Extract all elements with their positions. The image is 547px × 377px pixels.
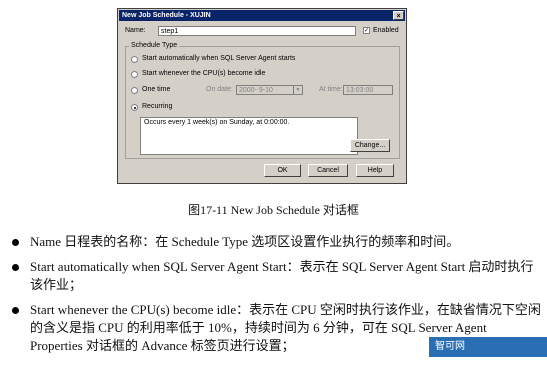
at-time-field[interactable]: 13:03:00 xyxy=(343,85,393,95)
bullet-text: Start automatically when SQL Server Agen… xyxy=(30,259,534,292)
option-cpu-idle[interactable]: Start whenever the CPU(s) become idle xyxy=(142,70,265,77)
cancel-button[interactable]: Cancel xyxy=(308,164,348,177)
at-time-label: At time: xyxy=(319,86,343,93)
schedule-type-label: Schedule Type xyxy=(129,42,180,49)
bullet-icon xyxy=(12,264,19,271)
enabled-checkbox[interactable]: ✓ xyxy=(363,27,370,34)
dialog-title: New Job Schedule - XUJIN xyxy=(122,12,211,19)
radio-recurring[interactable] xyxy=(131,104,138,111)
enabled-label: Enabled xyxy=(373,27,399,34)
bullet-text: Name 日程表的名称：在 Schedule Type 选项区设置作业执行的频率… xyxy=(30,234,460,249)
on-date-label: On date: xyxy=(206,86,233,93)
list-item: Name 日程表的名称：在 Schedule Type 选项区设置作业执行的频率… xyxy=(12,233,542,251)
close-icon[interactable]: × xyxy=(393,11,404,20)
figure-caption: 图17-11 New Job Schedule 对话框 xyxy=(188,203,359,217)
bullet-icon xyxy=(12,239,19,246)
help-button[interactable]: Help xyxy=(356,164,394,177)
name-input[interactable]: step1 xyxy=(158,26,356,36)
radio-one-time[interactable] xyxy=(131,87,138,94)
option-recurring[interactable]: Recurring xyxy=(142,103,172,110)
name-label: Name: xyxy=(125,27,146,34)
radio-cpu-idle[interactable] xyxy=(131,71,138,78)
chevron-down-icon: ▼ xyxy=(293,86,302,94)
dialog-titlebar: New Job Schedule - XUJIN × xyxy=(119,10,405,21)
on-date-field[interactable]: 2000- 9-10 ▼ xyxy=(236,85,303,95)
radio-start-automatically[interactable] xyxy=(131,56,138,63)
option-start-automatically[interactable]: Start automatically when SQL Server Agen… xyxy=(142,55,295,62)
watermark: 智可网 www.hzhike.com xyxy=(429,337,547,372)
bullet-icon xyxy=(12,307,19,314)
on-date-value: 2000- 9-10 xyxy=(239,87,273,94)
change-button[interactable]: Change... xyxy=(350,139,390,152)
new-job-schedule-dialog: New Job Schedule - XUJIN × Name: step1 ✓… xyxy=(117,8,407,184)
list-item: Start automatically when SQL Server Agen… xyxy=(12,258,542,294)
ok-button[interactable]: OK xyxy=(264,164,301,177)
option-one-time[interactable]: One time xyxy=(142,86,170,93)
recurring-description: Occurs every 1 week(s) on Sunday, at 0:0… xyxy=(140,117,358,155)
